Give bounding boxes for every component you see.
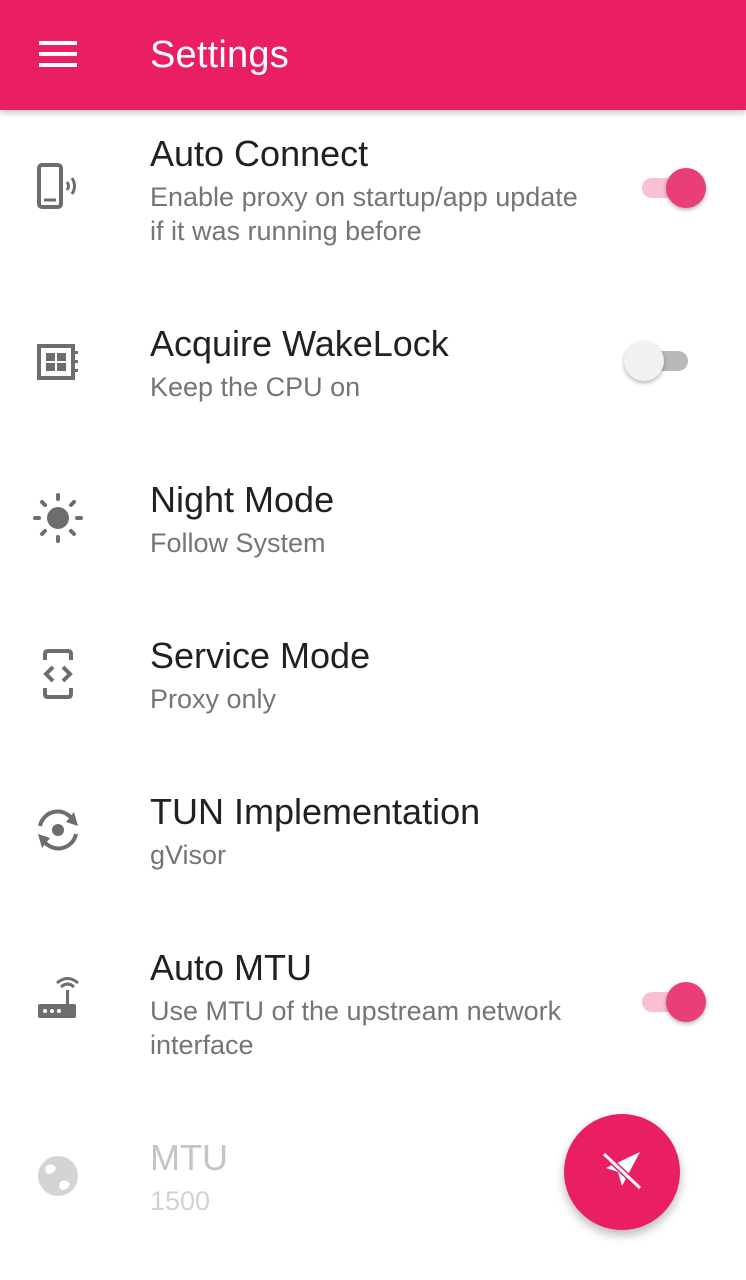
settings-list: Auto Connect Enable proxy on startup/app… (0, 110, 746, 1280)
pref-summary: 1500 (150, 1186, 211, 1216)
pref-title: Service Mode (150, 635, 371, 676)
brightness-icon (30, 490, 86, 546)
pref-title: Auto MTU (150, 947, 313, 988)
pref-summary: Use MTU of the upstream network interfac… (150, 996, 562, 1060)
pref-summary: Proxy only (150, 684, 277, 714)
pref-night-mode[interactable]: Night Mode Follow System (0, 456, 746, 612)
developer-mode-icon (30, 646, 86, 702)
pref-title: MTU (150, 1137, 228, 1178)
pref-title: Auto Connect (150, 133, 369, 174)
pref-summary: Follow System (150, 528, 326, 558)
router-icon (30, 974, 86, 1030)
pref-summary: Keep the CPU on (150, 372, 361, 402)
paper-plane-off-icon (598, 1146, 646, 1199)
globe-icon (30, 1148, 86, 1204)
pref-title: TUN Implementation (150, 791, 481, 832)
pref-tun-implementation[interactable]: TUN Implementation gVisor (0, 768, 746, 924)
fab-connect-button[interactable] (564, 1114, 680, 1230)
pref-summary: Enable proxy on startup/app update if it… (150, 182, 578, 246)
menu-button[interactable] (26, 26, 90, 82)
wakelock-switch[interactable] (624, 335, 696, 385)
pref-acquire-wakelock[interactable]: Acquire WakeLock Keep the CPU on (0, 300, 746, 456)
pref-title: Night Mode (150, 479, 335, 520)
pref-summary: gVisor (150, 840, 227, 870)
app-bar: Settings (0, 0, 746, 110)
menu-icon (39, 41, 77, 67)
pref-auto-mtu[interactable]: Auto MTU Use MTU of the upstream network… (0, 924, 746, 1114)
cpu-chip-icon (30, 334, 86, 390)
pref-auto-connect[interactable]: Auto Connect Enable proxy on startup/app… (0, 110, 746, 300)
pref-title: Acquire WakeLock (150, 323, 449, 364)
camera-switch-icon (30, 802, 86, 858)
phone-ringing-icon (30, 160, 86, 216)
auto-connect-switch[interactable] (636, 162, 708, 212)
auto-mtu-switch[interactable] (636, 976, 708, 1026)
pref-service-mode[interactable]: Service Mode Proxy only (0, 612, 746, 768)
page-title: Settings (150, 34, 289, 76)
